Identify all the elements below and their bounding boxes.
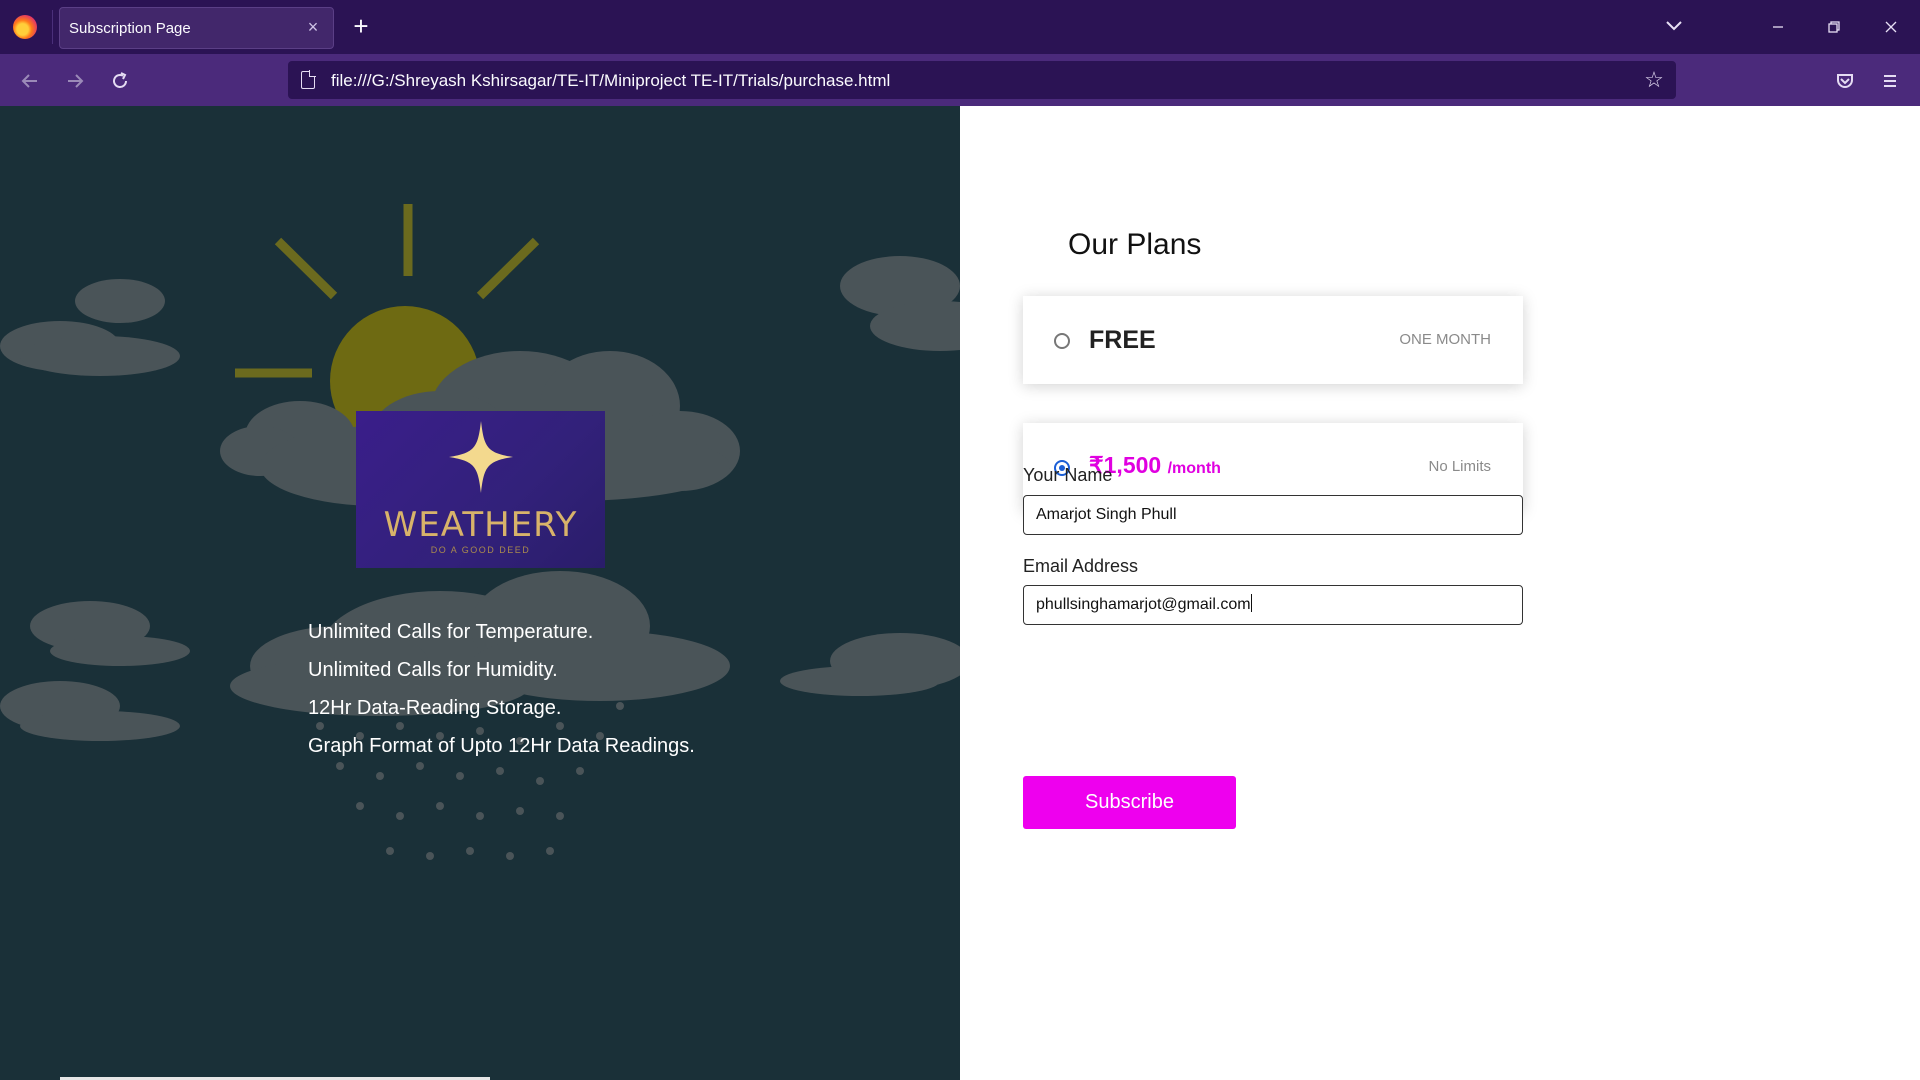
hero-panel: WEATHERY DO A GOOD DEED Unlimited Calls … — [0, 106, 960, 1080]
firefox-logo-icon — [13, 15, 37, 39]
weathery-logo: WEATHERY DO A GOOD DEED — [356, 411, 605, 568]
forward-arrow-icon[interactable] — [60, 66, 90, 96]
feature-list: Unlimited Calls for Temperature. Unlimit… — [308, 619, 695, 771]
logo-wordmark: WEATHERY — [383, 505, 578, 545]
url-bar[interactable]: file:///G:/Shreyash Kshirsagar/TE-IT/Min… — [288, 61, 1676, 99]
feature-item: Unlimited Calls for Humidity. — [308, 659, 558, 681]
weather-illustration — [0, 204, 960, 860]
logo-tagline: DO A GOOD DEED — [430, 545, 531, 555]
name-field-value: Amarjot Singh Phull — [1036, 506, 1177, 523]
tab-close-icon[interactable]: × — [303, 17, 323, 37]
back-arrow-icon[interactable] — [15, 66, 45, 96]
url-text[interactable]: file:///G:/Shreyash Kshirsagar/TE-IT/Min… — [331, 71, 890, 91]
subscription-panel: Our Plans FREE ONE MONTH ₹1,500 /month N… — [960, 106, 1920, 1080]
browser-tab-bar: Subscription Page × + — [0, 0, 1920, 54]
restore-icon[interactable] — [1819, 12, 1849, 42]
browser-tab[interactable]: Subscription Page × — [59, 7, 334, 49]
reload-icon[interactable] — [105, 66, 135, 96]
plan-note: No Limits — [1428, 458, 1491, 475]
menu-icon[interactable] — [1875, 66, 1905, 96]
name-label: Your Name — [1023, 465, 1113, 485]
name-field[interactable]: Amarjot Singh Phull — [1023, 495, 1523, 535]
plan-price-period: /month — [1167, 460, 1221, 477]
chevron-down-icon[interactable] — [1662, 14, 1686, 38]
subscribe-button[interactable]: Subscribe — [1023, 776, 1236, 829]
tab-separator — [52, 10, 53, 44]
email-label: Email Address — [1023, 556, 1139, 576]
email-field-value: phullsinghamarjot@gmail.com — [1036, 596, 1251, 613]
plan-card-free[interactable]: FREE ONE MONTH — [1023, 296, 1523, 384]
pocket-icon[interactable] — [1830, 66, 1860, 96]
text-cursor — [1250, 594, 1252, 612]
close-window-icon[interactable] — [1876, 12, 1906, 42]
document-icon — [301, 70, 316, 89]
new-tab-icon[interactable]: + — [349, 12, 373, 40]
browser-nav-bar: file:///G:/Shreyash Kshirsagar/TE-IT/Min… — [0, 54, 1920, 106]
plan-name: FREE — [1089, 326, 1156, 354]
plan-radio-free[interactable] — [1054, 333, 1070, 349]
sparkle-star-icon — [449, 421, 513, 493]
feature-item: 12Hr Data-Reading Storage. — [308, 697, 562, 719]
minimize-icon[interactable] — [1763, 12, 1793, 42]
email-field[interactable]: phullsinghamarjot@gmail.com — [1023, 585, 1523, 625]
tab-title: Subscription Page — [69, 20, 191, 37]
bookmark-star-icon[interactable]: ☆ — [1640, 66, 1668, 94]
plan-note: ONE MONTH — [1399, 331, 1491, 348]
page-title: Our Plans — [1068, 228, 1202, 261]
feature-item: Unlimited Calls for Temperature. — [308, 621, 594, 643]
feature-item: Graph Format of Upto 12Hr Data Readings. — [308, 735, 695, 757]
